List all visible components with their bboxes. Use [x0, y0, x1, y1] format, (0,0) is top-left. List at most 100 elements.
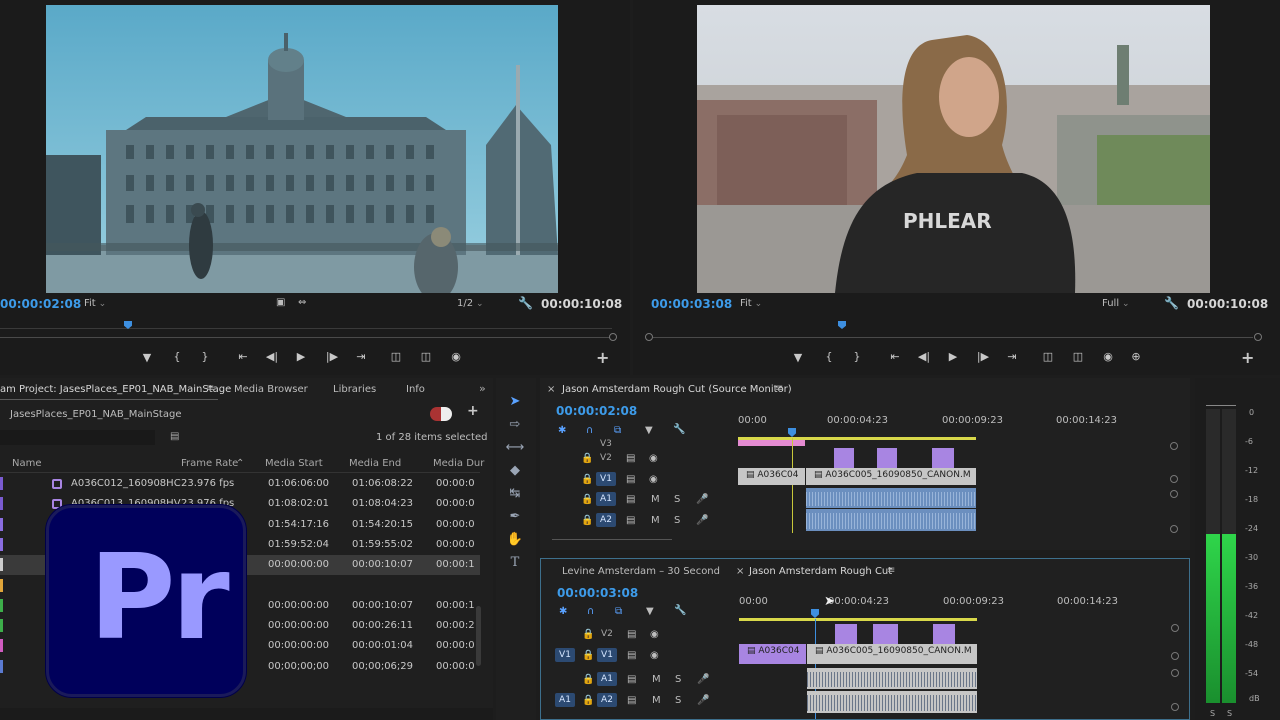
- prog-v2-clip-3[interactable]: [933, 624, 955, 644]
- src-a2-solo[interactable]: S: [674, 515, 680, 526]
- step-back-icon[interactable]: ◀|: [263, 350, 281, 363]
- prog-track-a2[interactable]: A2: [597, 693, 617, 707]
- nest-icon[interactable]: ✱: [558, 425, 566, 436]
- source-timeline-menu-icon[interactable]: ≡: [775, 383, 783, 394]
- prog-snap-icon[interactable]: ∩: [587, 606, 594, 617]
- mark-in-icon[interactable]: {: [168, 350, 186, 363]
- project-scrollbar[interactable]: [476, 606, 481, 666]
- src-v1-lock-icon[interactable]: 🔒: [581, 474, 593, 485]
- prog-vscroll-knob-3[interactable]: [1171, 669, 1179, 677]
- settings-wrench-icon[interactable]: 🔧: [518, 296, 533, 310]
- src-a1-solo[interactable]: S: [674, 494, 680, 505]
- button-editor-icon[interactable]: +: [596, 348, 609, 367]
- program-timeline-timecode[interactable]: 00:00:03:08: [557, 586, 638, 600]
- col-name[interactable]: Name: [12, 458, 42, 469]
- prog-a2-lock-icon[interactable]: 🔒: [582, 695, 594, 706]
- src-vscroll-knob-2[interactable]: [1170, 475, 1178, 483]
- lift-icon[interactable]: ◫: [1039, 350, 1057, 363]
- program-button-editor-icon[interactable]: +: [1241, 348, 1254, 367]
- prog-work-area-bar[interactable]: [739, 618, 977, 621]
- src-v1-sync-icon[interactable]: ▤: [626, 474, 635, 485]
- go-to-in-icon[interactable]: ⇤: [234, 350, 252, 363]
- prog-track-v2[interactable]: V2: [601, 629, 613, 639]
- prog-vscroll-knob-1[interactable]: [1171, 624, 1179, 632]
- track-select-icon[interactable]: ⇨: [505, 417, 525, 432]
- export-frame-icon[interactable]: ▣: [276, 297, 285, 308]
- program-add-marker-icon[interactable]: ▼: [789, 351, 807, 364]
- camera-icon[interactable]: ◉: [447, 350, 465, 363]
- program-go-to-in-icon[interactable]: ⇤: [886, 350, 904, 363]
- prog-vscroll-knob-4[interactable]: [1171, 703, 1179, 711]
- hand-icon[interactable]: ✋: [505, 532, 525, 547]
- program-fit-dropdown[interactable]: Fit: [740, 298, 788, 309]
- src-a2-mic-icon[interactable]: 🎤: [696, 515, 708, 526]
- new-search-bin-icon[interactable]: ▤: [170, 431, 179, 442]
- timeline-settings-icon[interactable]: 🔧: [673, 424, 685, 435]
- program-wrench-icon[interactable]: 🔧: [1164, 296, 1179, 310]
- source-timecode[interactable]: 00:00:02:08: [0, 297, 81, 311]
- program-play-icon[interactable]: ▶: [944, 350, 962, 363]
- src-v1-clip-b[interactable]: ▤ A036C005_16090850_CANON.M: [806, 468, 976, 485]
- src-v2-sync-icon[interactable]: ▤: [626, 453, 635, 464]
- prog-v2-eye-icon[interactable]: ◉: [650, 629, 659, 640]
- src-vscroll-knob-1[interactable]: [1170, 442, 1178, 450]
- src-track-v2[interactable]: V2: [600, 453, 612, 463]
- src-a2-clip[interactable]: [806, 509, 976, 531]
- snap-icon[interactable]: ∩: [586, 425, 593, 436]
- tab-levine-sequence[interactable]: Levine Amsterdam – 30 Second: [562, 566, 720, 577]
- go-to-out-icon[interactable]: ⇥: [352, 350, 370, 363]
- prog-a2-mute[interactable]: M: [652, 695, 661, 706]
- tab-project-menu-icon[interactable]: ≡: [206, 383, 214, 394]
- src-track-a1[interactable]: A1: [596, 492, 616, 506]
- program-timeline-menu-icon[interactable]: ≡: [887, 565, 895, 576]
- tab-libraries[interactable]: Libraries: [333, 384, 376, 395]
- prog-v2-sync-icon[interactable]: ▤: [627, 629, 636, 640]
- source-fit-dropdown[interactable]: Fit: [84, 298, 132, 309]
- src-v2-eye-icon[interactable]: ◉: [649, 453, 658, 464]
- timeline-marker-icon[interactable]: ▼: [645, 425, 653, 436]
- prog-marker-icon[interactable]: ▼: [646, 606, 654, 617]
- program-mini-ruler[interactable]: [645, 318, 1265, 330]
- col-media-dur[interactable]: Media Dur: [433, 458, 484, 469]
- prog-nest-icon[interactable]: ✱: [559, 606, 567, 617]
- prog-src-patch-v1[interactable]: V1: [555, 648, 575, 662]
- tab-jason-sequence[interactable]: Jason Amsterdam Rough Cut: [749, 566, 892, 577]
- new-bin-plus-icon[interactable]: +: [467, 403, 479, 419]
- src-a2-lock-icon[interactable]: 🔒: [581, 515, 593, 526]
- src-v2-clip-2[interactable]: [877, 448, 897, 468]
- prog-v2-clip-1[interactable]: [835, 624, 857, 644]
- src-a1-clip[interactable]: [806, 488, 976, 508]
- program-camera-icon[interactable]: ◉: [1099, 350, 1117, 363]
- color-toggle-icon[interactable]: [430, 407, 452, 421]
- prog-a2-solo[interactable]: S: [675, 695, 681, 706]
- src-a1-mute[interactable]: M: [651, 494, 660, 505]
- program-go-to-out-icon[interactable]: ⇥: [1003, 350, 1021, 363]
- source-resolution-dropdown[interactable]: 1/2: [457, 298, 505, 309]
- source-scrubber[interactable]: [0, 337, 610, 338]
- prog-v1-clip-b[interactable]: ▤ A036C005_16090850_CANON.M: [807, 644, 977, 664]
- source-timeline-timecode[interactable]: 00:00:02:08: [556, 404, 637, 418]
- project-row[interactable]: A036C012_160908HC 23.976 fps 01:06:06:00 01…: [0, 474, 480, 494]
- extract-icon[interactable]: ◫: [1069, 350, 1087, 363]
- prog-a1-mute[interactable]: M: [652, 674, 661, 685]
- src-track-a2[interactable]: A2: [596, 513, 616, 527]
- tab-project[interactable]: am Project: JasesPlaces_EP01_NAB_MainSta…: [0, 384, 231, 395]
- src-h-scroll[interactable]: [552, 539, 672, 540]
- prog-v2-lock-icon[interactable]: 🔒: [582, 629, 594, 640]
- prog-vscroll-knob-2[interactable]: [1171, 652, 1179, 660]
- step-forward-icon[interactable]: |▶: [323, 350, 341, 363]
- program-scrubber[interactable]: [653, 337, 1253, 338]
- src-v1-clip-a[interactable]: ▤ A036C04: [738, 468, 805, 485]
- insert-icon[interactable]: ◫: [387, 350, 405, 363]
- program-video-frame[interactable]: PHLEAR: [697, 5, 1210, 293]
- src-v2-lock-icon[interactable]: 🔒: [581, 453, 593, 464]
- prog-track-v1[interactable]: V1: [597, 648, 617, 662]
- prog-v1-sync-icon[interactable]: ▤: [627, 650, 636, 661]
- prog-v2-clip-2[interactable]: [873, 624, 898, 644]
- program-mark-out-icon[interactable]: }: [848, 350, 866, 363]
- prog-a1-solo[interactable]: S: [675, 674, 681, 685]
- prog-settings-icon[interactable]: 🔧: [674, 605, 686, 616]
- src-track-v1[interactable]: V1: [596, 472, 616, 486]
- src-a1-mic-icon[interactable]: 🎤: [696, 494, 708, 505]
- prog-v1-lock-icon[interactable]: 🔒: [582, 650, 594, 661]
